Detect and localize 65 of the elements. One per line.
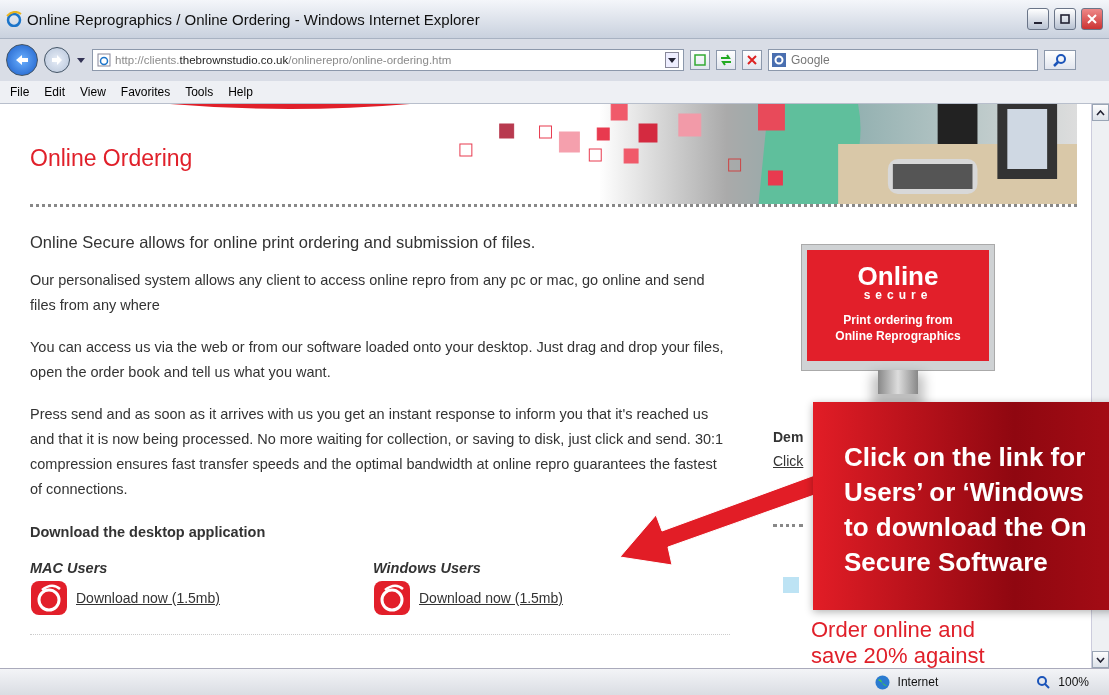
- logo-subtitle: secure: [863, 288, 933, 302]
- magnifier-icon[interactable]: [1036, 675, 1051, 689]
- search-icon: [1053, 53, 1067, 67]
- scroll-up-button[interactable]: [1092, 104, 1109, 121]
- monitor-caption: Online Reprographics: [835, 328, 961, 344]
- promo-text: save 20% against: [811, 643, 986, 668]
- paragraph: Our personalised system allows any client to access online repro from any pc or mac, go online and send files from any where: [30, 271, 706, 315]
- address-field[interactable]: http://clients.thebrownstudio.co.uk/onlinerepro/online-ordering.htm: [92, 49, 684, 71]
- refresh-icon: [719, 54, 733, 66]
- window-title: Online Reprographics / Online Ordering - Windows Internet Explorer: [27, 10, 481, 28]
- platform-label: Windows Users: [373, 560, 482, 576]
- stop-button[interactable]: [742, 50, 762, 70]
- menu-item[interactable]: Tools: [185, 85, 214, 99]
- caret-down-icon: [1096, 656, 1105, 663]
- callout-text: Click on the link for: [844, 441, 1087, 474]
- menu-item[interactable]: Help: [228, 85, 253, 99]
- square-icon: [694, 54, 706, 66]
- forward-button[interactable]: [44, 47, 70, 73]
- globe-icon: [874, 674, 890, 690]
- close-icon: [1087, 14, 1097, 24]
- search-button[interactable]: [1044, 50, 1076, 70]
- page-title: Online Ordering: [30, 144, 194, 172]
- download-icon[interactable]: [30, 580, 68, 616]
- platform-label: MAC Users: [30, 560, 109, 576]
- zone-label: Internet: [897, 675, 939, 689]
- logo-text: Online: [857, 264, 939, 288]
- refresh-button[interactable]: [716, 50, 736, 70]
- download-link[interactable]: Download now (1.5mb): [76, 590, 220, 606]
- page-icon: [97, 53, 111, 67]
- maximize-button[interactable]: [1054, 8, 1076, 30]
- caret-up-icon: [1096, 109, 1105, 116]
- minimize-button[interactable]: [1027, 8, 1049, 30]
- promo-text: Order online and: [811, 617, 976, 643]
- close-button[interactable]: [1081, 8, 1103, 30]
- minimize-icon: [1034, 22, 1042, 24]
- monitor-stand: [878, 370, 918, 394]
- callout-text: to download the On: [844, 511, 1088, 544]
- paragraph: Press send and as soon as it arrives with us you get an instant response to inform you that it's reached us and that it is now being processed. No more waiting for collection, or saving to disk, just click and send. 30:1 compression ensures fast transfer speeds and the optimal bandwidth at online repro guarantees the fastest of connections.: [30, 405, 725, 499]
- paragraph: You can access us via the web or from our software loaded onto your desktop. Just drag and drop your files, open the order book and tell us what you want.: [30, 338, 725, 382]
- compatibility-button[interactable]: [690, 50, 710, 70]
- menu-item[interactable]: File: [10, 85, 30, 99]
- menu-item[interactable]: Edit: [44, 85, 66, 99]
- stop-icon: [746, 54, 758, 66]
- intro-text: Online Secure allows for online print ordering and submission of files.: [30, 233, 537, 252]
- menu-item[interactable]: View: [80, 85, 106, 99]
- menu-item[interactable]: Favorites: [120, 85, 171, 99]
- monitor-caption: Print ordering from: [843, 312, 953, 328]
- download-icon[interactable]: [373, 580, 411, 616]
- scroll-down-button[interactable]: [1092, 651, 1109, 668]
- callout-text: Users’ or ‘Windows: [844, 476, 1085, 509]
- dropdown-icon[interactable]: [76, 56, 86, 64]
- back-arrow-icon: [14, 53, 30, 67]
- download-link[interactable]: Download now (1.5mb): [419, 590, 563, 606]
- browser-icon: [6, 11, 22, 27]
- section-heading: Download the desktop application: [30, 524, 267, 540]
- demo-link[interactable]: Click: [773, 453, 804, 469]
- zoom-level[interactable]: 100%: [1058, 675, 1089, 689]
- dropdown-icon[interactable]: [665, 52, 679, 68]
- maximize-icon: [1060, 14, 1070, 24]
- search-field[interactable]: Google: [768, 49, 1038, 71]
- demo-heading: Dem: [773, 429, 805, 445]
- callout-text: Secure Software: [844, 546, 1049, 579]
- bullet-icon: [783, 577, 799, 593]
- forward-arrow-icon: [50, 54, 64, 66]
- back-button[interactable]: [6, 44, 38, 76]
